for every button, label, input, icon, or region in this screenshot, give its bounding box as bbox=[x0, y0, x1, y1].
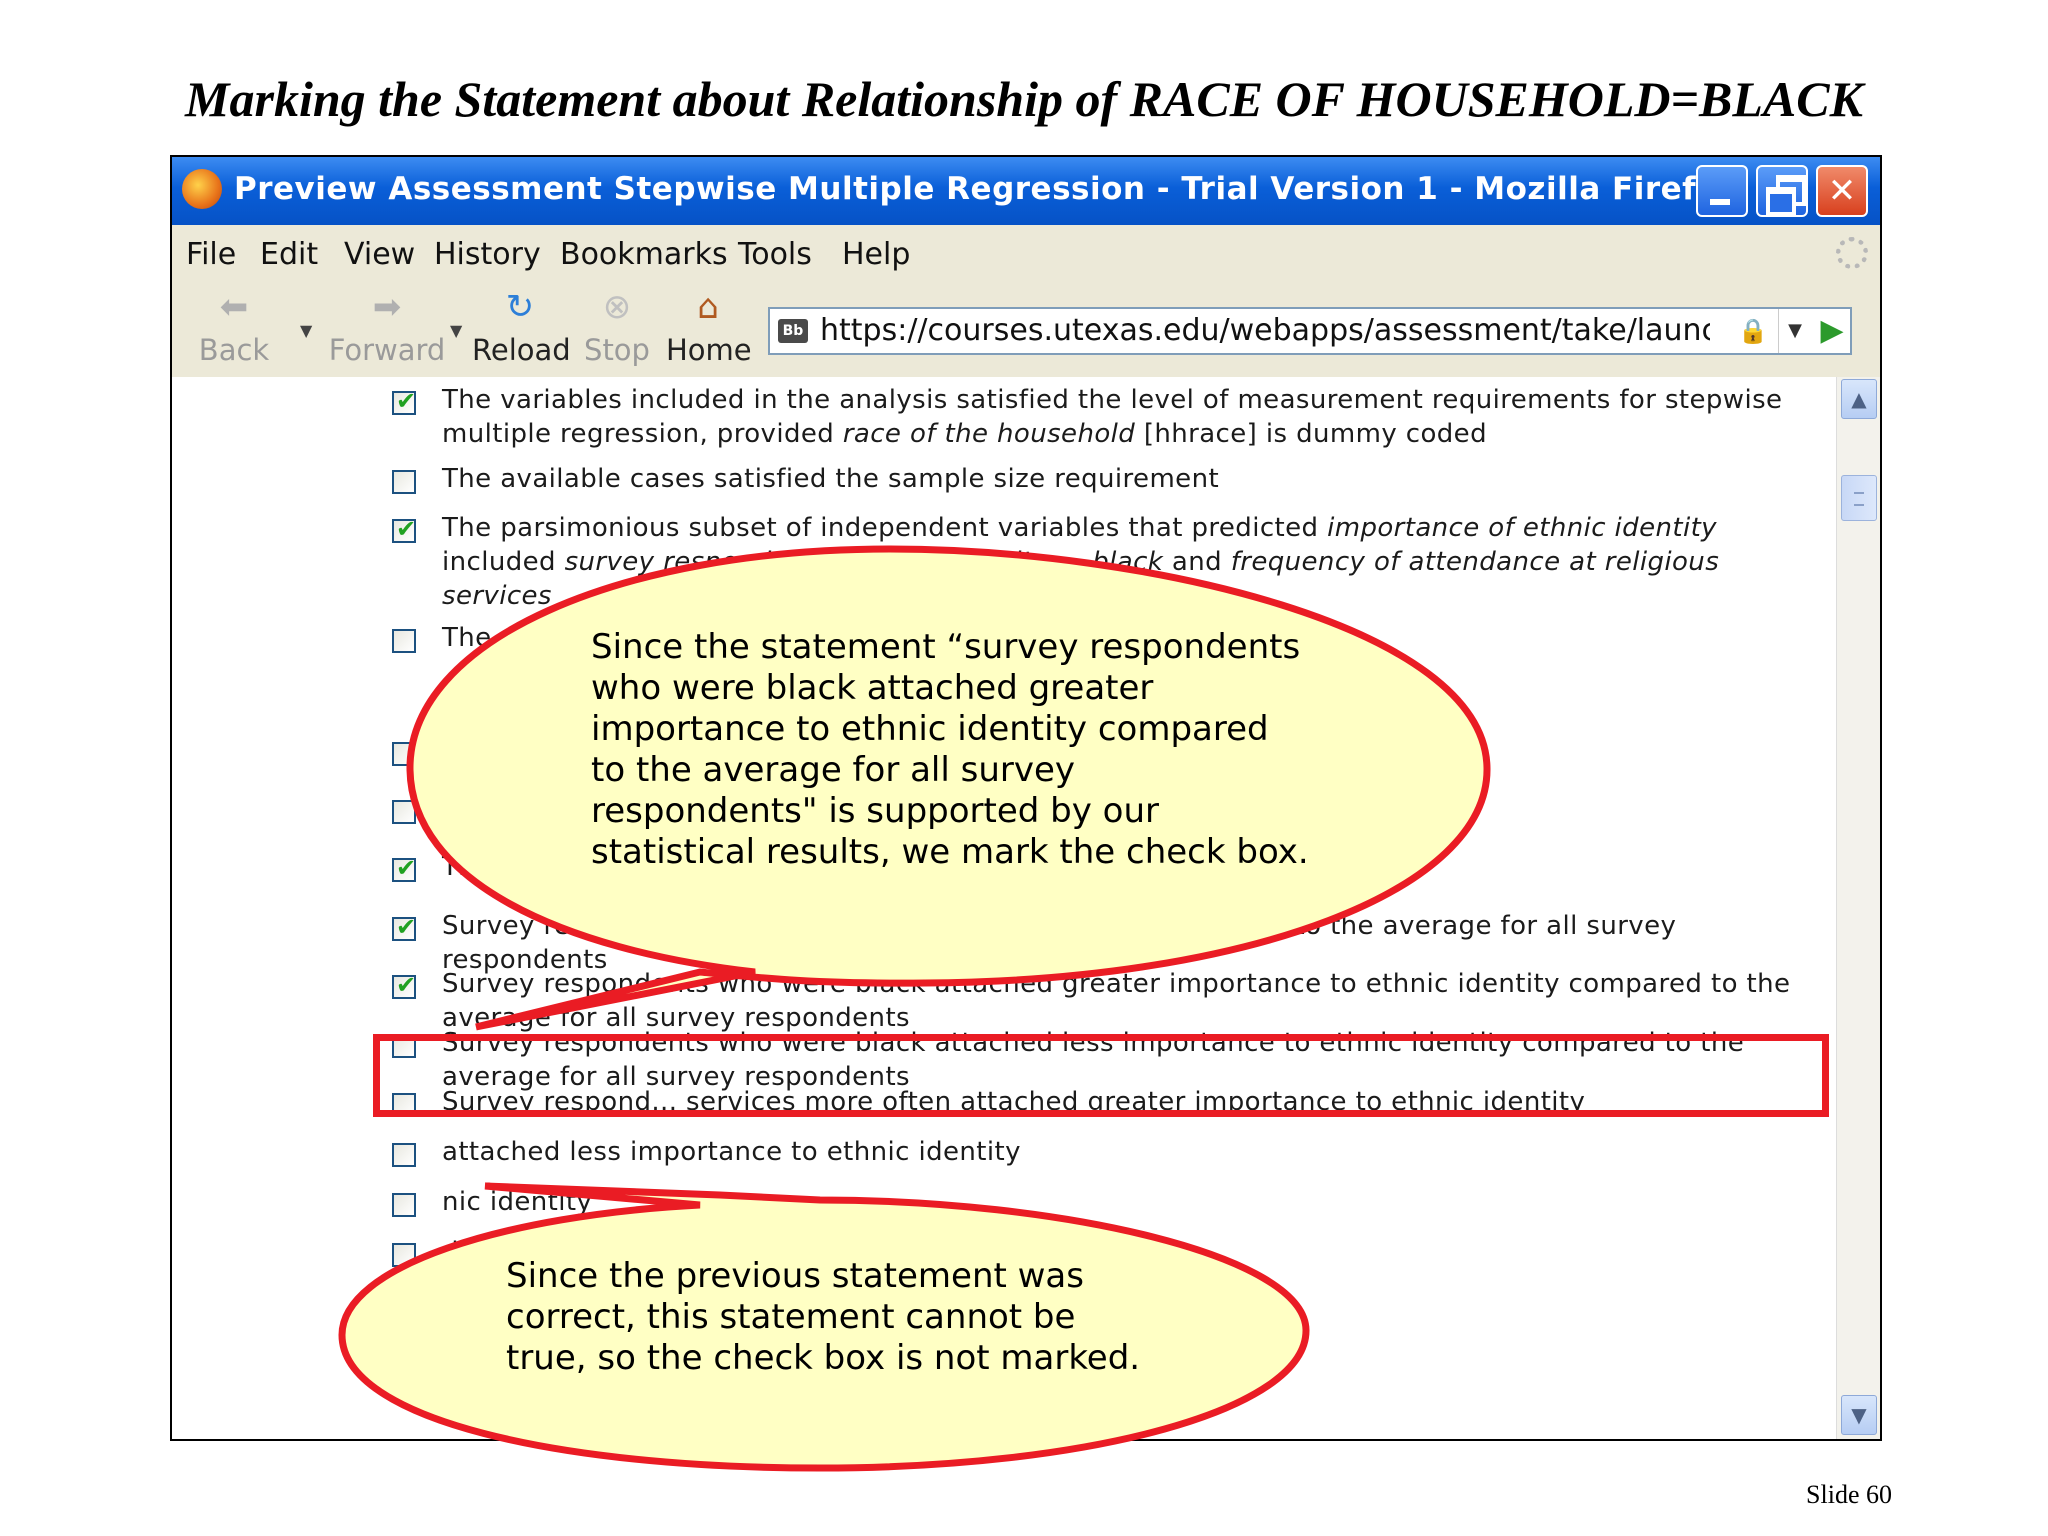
callout-text-1: Since the statement “survey respondents … bbox=[591, 627, 1309, 872]
slide-number: Slide 60 bbox=[1806, 1480, 1892, 1509]
callout-text-2: Since the previous statement was correct… bbox=[506, 1256, 1141, 1378]
